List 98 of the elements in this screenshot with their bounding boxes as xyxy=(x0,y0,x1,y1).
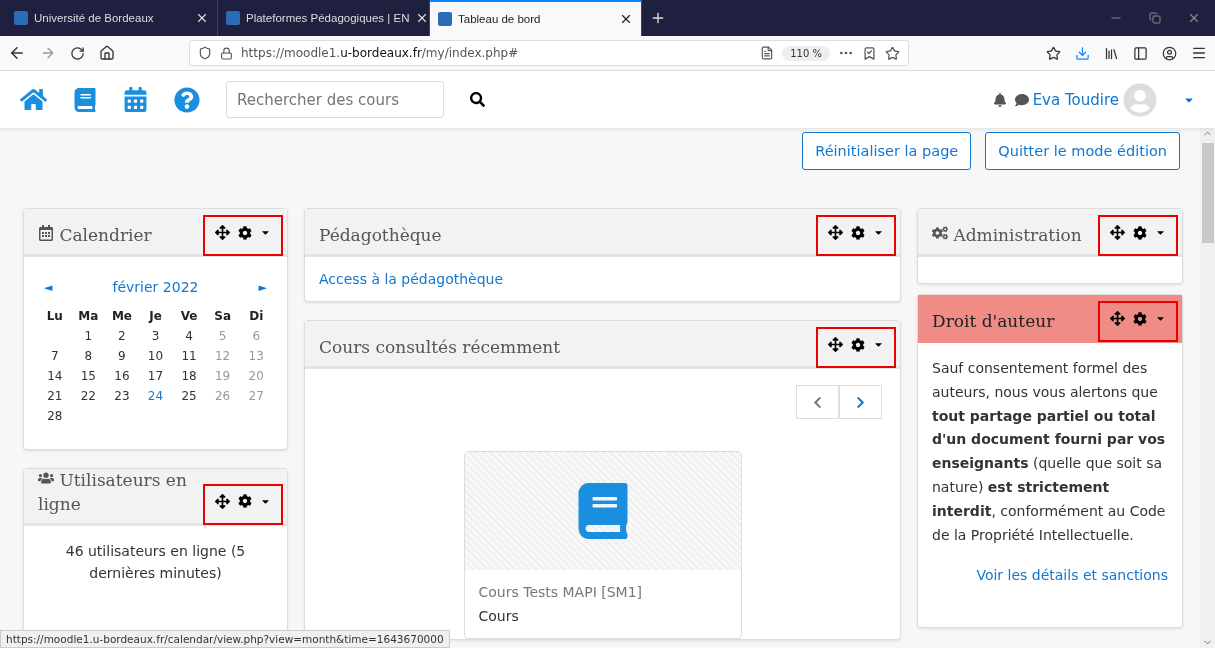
day-cell[interactable]: 14 xyxy=(38,369,72,383)
bookmarks-icon[interactable] xyxy=(1046,45,1061,61)
block-title: Droit d'auteur xyxy=(932,310,1056,334)
copyright-notice: Sauf consentement formel des auteurs, nous vous alertons que tout partage partiel ou total d'un document fourni par vos enseignants (quelle que soit sa nature) est strictement interdit, conformément au Code de la Propriété Intellectuelle. xyxy=(932,359,1167,545)
move-icon[interactable] xyxy=(1110,311,1125,326)
book-icon[interactable] xyxy=(73,87,97,112)
reload-icon[interactable] xyxy=(70,45,85,61)
day-cell[interactable]: 11 xyxy=(172,349,206,363)
block-title: Cours consultés récemment xyxy=(319,336,562,360)
calendar-icon[interactable] xyxy=(123,87,148,112)
weekday-label: Di xyxy=(248,309,265,323)
weekday-label: Ma xyxy=(77,309,100,323)
pedagotheque-link[interactable]: Access à la pédagothèque xyxy=(319,271,504,287)
menu-icon[interactable] xyxy=(1191,45,1207,61)
move-icon[interactable] xyxy=(215,225,230,240)
download-icon[interactable] xyxy=(1075,45,1090,61)
block-title: Pédagothèque xyxy=(319,224,443,248)
outline-button[interactable]: Réinitialiser la page xyxy=(802,132,972,170)
day-cell[interactable]: 7 xyxy=(38,349,72,363)
search-icon[interactable] xyxy=(470,92,485,107)
address-bar[interactable]: https://moodle1.u-bordeaux.fr/my/index.php# 110 % xyxy=(189,40,909,66)
users-icon xyxy=(38,470,54,486)
day-cell[interactable]: 22 xyxy=(71,389,106,403)
browser-tab[interactable]: Tableau de bord xyxy=(430,0,642,36)
weekday-label: Lu xyxy=(45,309,64,323)
course-name: Cours Tests MAPI [SM1] xyxy=(478,584,643,600)
day-cell[interactable]: 24 xyxy=(138,389,173,403)
settings-icon[interactable] xyxy=(851,337,865,352)
shield-icon xyxy=(198,46,212,60)
favicon-icon xyxy=(14,11,28,25)
day-cell[interactable]: 15 xyxy=(71,369,106,383)
block-title: Utilisateurs en ligne xyxy=(38,469,188,516)
next-month-link[interactable]: ► xyxy=(258,280,267,294)
favicon-icon xyxy=(226,11,240,25)
move-icon[interactable] xyxy=(1110,225,1125,240)
chat-icon[interactable] xyxy=(1014,92,1029,107)
weekday-label: Ve xyxy=(179,309,199,323)
block-title: Administration xyxy=(932,224,1100,248)
move-icon[interactable] xyxy=(828,337,843,352)
search-field[interactable]: Rechercher des cours xyxy=(226,81,444,118)
calendar-icon xyxy=(38,225,54,242)
course-type: Cours xyxy=(478,608,520,624)
new-tab-icon[interactable] xyxy=(650,10,666,26)
details-link[interactable]: Voir les détails et sanctions xyxy=(976,567,1168,584)
settings-icon[interactable] xyxy=(851,225,865,240)
day-cell[interactable]: 3 xyxy=(138,329,173,343)
day-cell[interactable]: 23 xyxy=(105,389,139,403)
favicon-icon xyxy=(438,12,452,26)
settings-icon[interactable] xyxy=(238,494,252,509)
chevron-right-icon xyxy=(854,395,867,409)
weekday-label: Sa xyxy=(213,309,232,323)
day-cell[interactable]: 9 xyxy=(105,349,139,363)
settings-icon[interactable] xyxy=(238,225,252,240)
block-title: Calendrier xyxy=(38,224,205,248)
back-icon[interactable] xyxy=(8,44,26,62)
move-icon[interactable] xyxy=(828,225,843,240)
sidebar-icon[interactable] xyxy=(1133,45,1148,61)
day-cell[interactable]: 28 xyxy=(38,409,72,423)
outline-button[interactable]: Quitter le mode édition xyxy=(985,132,1180,170)
month-link[interactable]: février 2022 xyxy=(112,279,199,295)
lock-icon xyxy=(220,46,233,60)
course-card[interactable]: Cours Tests MAPI [SM1] Cours xyxy=(463,451,742,639)
previous-month-link[interactable]: ◄ xyxy=(44,280,53,294)
settings-icon[interactable] xyxy=(1133,311,1147,326)
reader-view-icon[interactable] xyxy=(760,46,775,60)
day-cell[interactable]: 16 xyxy=(105,369,139,383)
scrollbar-thumb[interactable] xyxy=(1201,143,1214,243)
settings-icon[interactable] xyxy=(1133,225,1147,240)
bookmark-star-icon[interactable] xyxy=(885,45,900,61)
url-text: https://moodle1.u-bordeaux.fr/my/index.php# xyxy=(241,46,520,60)
account-icon[interactable] xyxy=(1162,45,1177,61)
weekday-label: Je xyxy=(147,309,163,323)
day-cell[interactable]: 4 xyxy=(172,329,206,343)
close-icon[interactable] xyxy=(619,12,633,26)
close-icon[interactable] xyxy=(415,11,429,25)
cogs-icon xyxy=(932,225,948,242)
zoom-badge[interactable]: 110 % xyxy=(782,45,830,61)
help-icon[interactable] xyxy=(174,86,200,113)
restore-icon[interactable] xyxy=(1149,12,1161,24)
day-cell[interactable]: 8 xyxy=(71,349,106,363)
online-count-text: 46 utilisateurs en ligne (5 dernières minutes) xyxy=(64,541,247,583)
library-icon[interactable] xyxy=(1104,45,1119,61)
day-cell[interactable]: 1 xyxy=(71,329,106,343)
day-cell[interactable]: 10 xyxy=(138,349,173,363)
move-icon[interactable] xyxy=(215,493,230,509)
status-url: https://moodle1.u-bordeaux.fr/calendar/view.php?view=month&time=1643670000 xyxy=(0,630,450,648)
home-icon[interactable] xyxy=(99,45,115,61)
chevron-left-icon xyxy=(811,395,824,409)
user-name[interactable]: Eva Toudire xyxy=(1032,90,1119,109)
day-cell[interactable]: 21 xyxy=(38,389,72,403)
day-cell[interactable]: 2 xyxy=(105,329,139,343)
weekday-label: Me xyxy=(110,309,133,323)
forward-icon[interactable] xyxy=(40,45,56,61)
day-cell[interactable]: 25 xyxy=(172,389,206,403)
close-icon[interactable] xyxy=(195,11,209,25)
bell-icon[interactable] xyxy=(992,92,1007,107)
day-cell[interactable]: 17 xyxy=(138,369,173,383)
day-cell[interactable]: 18 xyxy=(172,369,206,383)
